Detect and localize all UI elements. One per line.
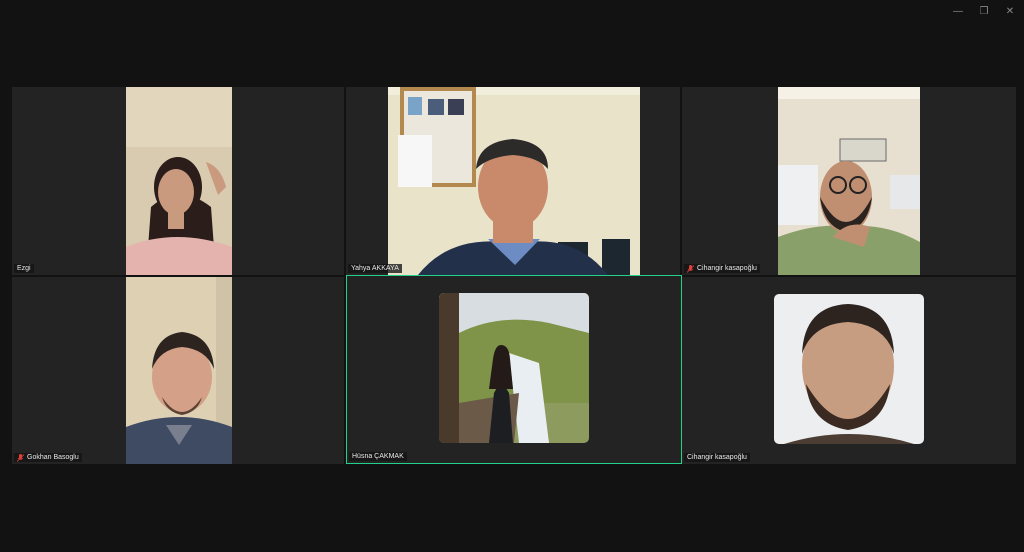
participant-tile-ezgi[interactable]: Ezgi xyxy=(12,87,344,275)
participant-name-tag: Ezgi xyxy=(14,264,34,273)
participant-name-tag: Yahya AKKAYA xyxy=(348,264,402,273)
participant-tile-gokhan-basoglu[interactable]: Gokhan Basoglu xyxy=(12,277,344,464)
profile-photo xyxy=(774,294,924,444)
profile-photo xyxy=(439,293,589,443)
participant-name-tag: Hüsna ÇAKMAK xyxy=(349,452,407,461)
muted-mic-icon xyxy=(16,453,25,462)
participant-tile-husna-cakmak[interactable]: Hüsna ÇAKMAK xyxy=(346,275,682,464)
restore-button[interactable]: ❐ xyxy=(974,4,994,18)
participant-tile-yahya-akkaya[interactable]: Yahya AKKAYA xyxy=(346,87,680,275)
participant-name-tag: Cihangir kasapoğlu xyxy=(684,453,750,462)
window-controls: — ❐ ✕ xyxy=(948,4,1020,18)
participant-name-tag: Cihangir kasapoğlu xyxy=(684,264,760,273)
minimize-button[interactable]: — xyxy=(948,4,968,18)
video-feed xyxy=(778,87,920,275)
participant-tile-cihangir-kasapoglu-photo[interactable]: Cihangir kasapoğlu xyxy=(682,277,1016,464)
video-feed xyxy=(126,87,232,275)
participant-name-tag: Gokhan Basoglu xyxy=(14,453,82,462)
muted-mic-icon xyxy=(686,264,695,273)
participant-tile-cihangir-kasapoglu-video[interactable]: Cihangir kasapoğlu xyxy=(682,87,1016,275)
close-button[interactable]: ✕ xyxy=(1000,4,1020,18)
video-feed xyxy=(126,277,232,464)
video-feed xyxy=(388,87,640,275)
